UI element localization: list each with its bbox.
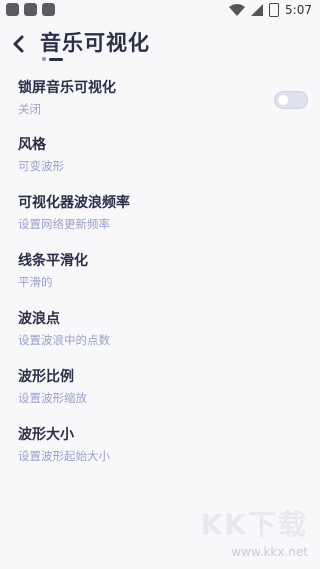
setting-subtitle: 设置波形起始大小 [18,449,110,463]
toggle-knob [278,95,288,105]
setting-title: 可视化器波浪频率 [18,195,130,211]
setting-wave-frequency[interactable]: 可视化器波浪频率 设置网络更新频率 [18,194,308,231]
indicator-dot [42,57,46,61]
notification-icons [6,3,55,16]
status-right: 5:07 [229,3,312,17]
setting-lockscreen-visualizer[interactable]: 锁屏音乐可视化 关闭 [18,79,308,116]
setting-subtitle: 设置波形缩放 [18,391,87,405]
setting-subtitle: 可变波形 [18,159,64,173]
wifi-icon [229,4,246,16]
notification-icon [24,3,37,16]
setting-subtitle: 设置波浪中的点数 [18,333,110,347]
page-title: 音乐可视化 [40,31,150,55]
setting-title: 波形大小 [18,427,74,443]
setting-title: 波浪点 [18,311,60,327]
status-bar: 5:07 [0,0,320,24]
setting-title: 锁屏音乐可视化 [18,80,116,96]
notification-icon [42,3,55,16]
setting-line-smoothing[interactable]: 线条平滑化 平滑的 [18,252,308,289]
watermark-logo: KK下载 [200,508,308,541]
setting-style[interactable]: 风格 可变波形 [18,136,308,173]
setting-subtitle: 设置网络更新频率 [18,217,110,231]
indicator-pill [49,57,63,61]
setting-waveform-size[interactable]: 波形大小 设置波形起始大小 [18,426,308,463]
setting-subtitle: 平滑的 [18,275,53,289]
lockscreen-visualizer-toggle[interactable] [274,91,308,109]
battery-icon [269,3,280,17]
chevron-left-icon [13,35,24,53]
back-button[interactable] [8,33,28,55]
signal-icon [251,4,264,16]
setting-subtitle: 关闭 [18,102,41,116]
setting-waveform-scale[interactable]: 波形比例 设置波形缩放 [18,368,308,405]
notification-icon [6,3,19,16]
setting-title: 风格 [18,137,46,153]
setting-title: 波形比例 [18,369,74,385]
watermark-url: www.kkx.net [231,545,308,559]
clock: 5:07 [285,3,312,17]
header: 音乐可视化 [0,24,320,64]
setting-wave-points[interactable]: 波浪点 设置波浪中的点数 [18,310,308,347]
setting-title: 线条平滑化 [18,253,88,269]
title-indicator [42,57,63,61]
watermark: KK下载 www.kkx.net [201,503,308,559]
